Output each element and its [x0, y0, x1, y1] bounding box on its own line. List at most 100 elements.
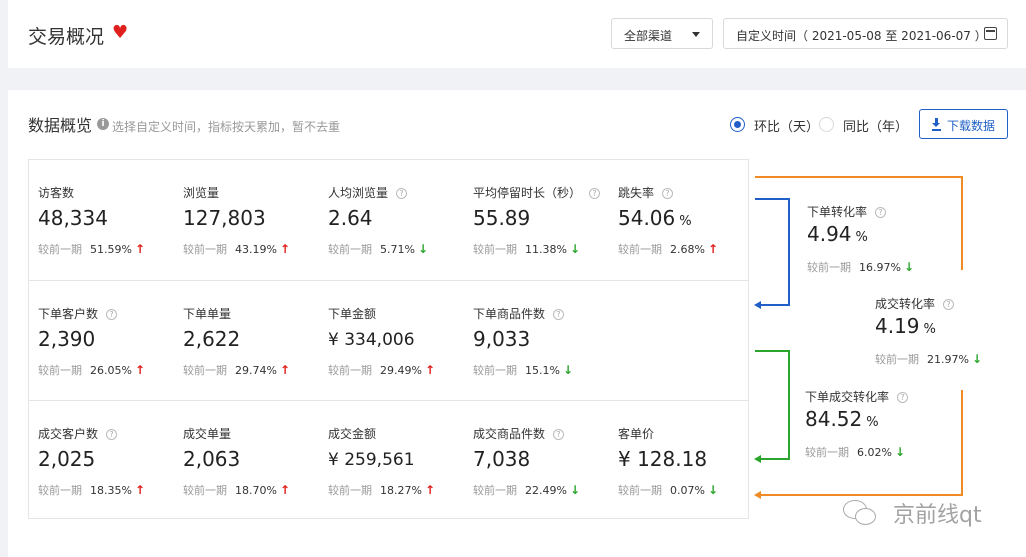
metric-label: 下单金额 — [328, 307, 377, 321]
metric-label: 下单单量 — [183, 307, 232, 321]
metric-card: 下单单量 2,622 较前一期 29.74% ↑ — [174, 281, 319, 400]
change-percent: 15.1% — [525, 364, 560, 377]
arrowhead-left-icon — [754, 455, 761, 463]
change-percent: 2.68% — [670, 243, 705, 256]
compare-line: 较前一期 5.71% ↓ — [328, 242, 429, 256]
metric-card: 跳失率? 54.06% 较前一期 2.68% ↑ — [609, 160, 754, 279]
metric-label: 访客数 — [38, 186, 75, 200]
change-percent: 51.59% — [90, 243, 132, 256]
change-percent: 26.05% — [90, 364, 132, 377]
metric-card: 成交金额 ¥ 259,561 较前一期 18.27% ↑ — [319, 401, 464, 520]
arrow-down-icon: ↓ — [971, 352, 983, 366]
help-icon[interactable]: ? — [662, 188, 674, 199]
help-icon[interactable]: ? — [589, 188, 601, 199]
radio-yoy-year[interactable] — [819, 117, 834, 132]
green-connector — [755, 350, 790, 352]
metric-card: 平均停留时长（秒）? 55.89 较前一期 11.38% ↓ — [464, 160, 609, 279]
help-icon[interactable]: ? — [875, 207, 887, 218]
metric-unit: % — [866, 415, 879, 430]
metric-value: 48,334 — [38, 206, 108, 230]
arrow-down-icon: ↓ — [569, 483, 581, 497]
metric-label: 平均停留时长（秒）? — [473, 184, 601, 201]
metric-value: 9,033 — [473, 327, 531, 351]
metric-card: 下单金额 ¥ 334,006 较前一期 29.49% ↑ — [319, 281, 464, 400]
wechat-icon — [843, 500, 883, 526]
compare-line: 较前一期 18.35% ↑ — [38, 483, 146, 497]
date-range-picker[interactable]: 自定义时间（ 2021-05-08 至 2021-06-07 ） — [723, 18, 1008, 49]
help-icon[interactable]: ? — [106, 429, 118, 440]
change-percent: 5.71% — [380, 243, 415, 256]
download-button-label: 下载数据 — [947, 119, 996, 133]
section-hint: 选择自定义时间，指标按天累加，暂不去重 — [112, 120, 341, 134]
arrow-down-icon: ↓ — [894, 445, 906, 459]
overview-panel: 数据概览 i 选择自定义时间，指标按天累加，暂不去重 环比（天） 同比（年） 下… — [8, 90, 1026, 557]
metric-value: 84.52% — [805, 407, 879, 431]
metric-card: 浏览量 127,803 较前一期 43.19% ↑ — [174, 160, 319, 279]
help-icon[interactable]: ? — [943, 299, 955, 310]
change-percent: 0.07% — [670, 484, 705, 497]
change-percent: 21.97% — [927, 353, 969, 366]
metric-value: 2.64 — [328, 206, 373, 230]
change-percent: 29.74% — [235, 364, 277, 377]
help-icon[interactable]: ? — [396, 188, 408, 199]
metric-row: 成交客户数? 2,025 较前一期 18.35% ↑ 成交单量 2,063 较前一期 18.70… — [29, 400, 748, 520]
caret-down-icon — [692, 32, 700, 37]
metric-label: 成交金额 — [328, 427, 377, 441]
metric-label: 成交转化率? — [875, 295, 955, 312]
metric-value: ¥ 334,006 — [328, 330, 415, 350]
compare-line: 较前一期 18.27% ↑ — [328, 483, 436, 497]
compare-line: 较前一期 43.19% ↑ — [183, 242, 291, 256]
metric-label: 浏览量 — [183, 186, 220, 200]
arrow-up-icon: ↑ — [279, 483, 291, 497]
radio-yoy-year-label[interactable]: 同比（年） — [843, 116, 908, 135]
change-percent: 16.97% — [859, 261, 901, 274]
compare-line: 较前一期 0.07% ↓ — [618, 483, 719, 497]
metric-value: ¥ 259,561 — [328, 450, 415, 470]
compare-line: 较前一期 15.1% ↓ — [473, 363, 574, 377]
metrics-grid: 访客数 48,334 较前一期 51.59% ↑ 浏览量 127,803 较前一期 43.19%… — [28, 159, 749, 519]
help-icon[interactable]: ? — [553, 429, 565, 440]
metric-unit: % — [855, 230, 868, 245]
compare-line: 较前一期 21.97% ↓ — [875, 352, 983, 366]
change-percent: 18.27% — [380, 484, 422, 497]
metric-row: 下单客户数? 2,390 较前一期 26.05% ↑ 下单单量 2,622 较前一期 29.74… — [29, 280, 748, 400]
metric-row: 访客数 48,334 较前一期 51.59% ↑ 浏览量 127,803 较前一期 43.19%… — [29, 160, 748, 280]
compare-line: 较前一期 51.59% ↑ — [38, 242, 146, 256]
info-icon: i — [97, 118, 109, 130]
compare-line: 较前一期 18.70% ↑ — [183, 483, 291, 497]
metric-card: 下单商品件数? 9,033 较前一期 15.1% ↓ — [464, 281, 609, 400]
metric-card: 成交商品件数? 7,038 较前一期 22.49% ↓ — [464, 401, 609, 520]
download-data-button[interactable]: 下载数据 — [919, 109, 1008, 139]
arrow-down-icon: ↓ — [569, 242, 581, 256]
metric-label: 成交客户数? — [38, 425, 118, 442]
help-icon[interactable]: ? — [897, 392, 909, 403]
channel-select[interactable]: 全部渠道 — [611, 18, 713, 49]
watermark: 京前线qt — [893, 503, 982, 528]
page-title: 交易概况 — [28, 26, 105, 48]
compare-line: 较前一期 26.05% ↑ — [38, 363, 146, 377]
orange-connector — [755, 176, 963, 178]
metric-label: 人均浏览量? — [328, 184, 408, 201]
help-icon[interactable]: ? — [553, 309, 565, 320]
arrow-up-icon: ↑ — [134, 363, 146, 377]
arrow-down-icon: ↓ — [903, 260, 915, 274]
arrow-up-icon: ↑ — [134, 483, 146, 497]
metric-label: 下单成交转化率? — [805, 388, 909, 405]
calendar-icon[interactable] — [984, 27, 997, 40]
radio-mom-day-label[interactable]: 环比（天） — [754, 116, 819, 135]
heart-icon: ♥ — [112, 22, 129, 43]
arrow-up-icon: ↑ — [279, 242, 291, 256]
change-percent: 43.19% — [235, 243, 277, 256]
compare-line: 较前一期 29.49% ↑ — [328, 363, 436, 377]
metric-value: 54.06% — [618, 206, 692, 230]
metric-card: 下单客户数? 2,390 较前一期 26.05% ↑ — [29, 281, 174, 400]
radio-mom-day[interactable] — [730, 117, 745, 132]
metric-label: 成交商品件数? — [473, 425, 565, 442]
metric-value: 2,063 — [183, 447, 241, 471]
metric-value: 55.89 — [473, 206, 531, 230]
metric-value: 127,803 — [183, 206, 266, 230]
compare-line: 较前一期 29.74% ↑ — [183, 363, 291, 377]
compare-line: 较前一期 2.68% ↑ — [618, 242, 719, 256]
compare-line: 较前一期 22.49% ↓ — [473, 483, 581, 497]
help-icon[interactable]: ? — [106, 309, 118, 320]
